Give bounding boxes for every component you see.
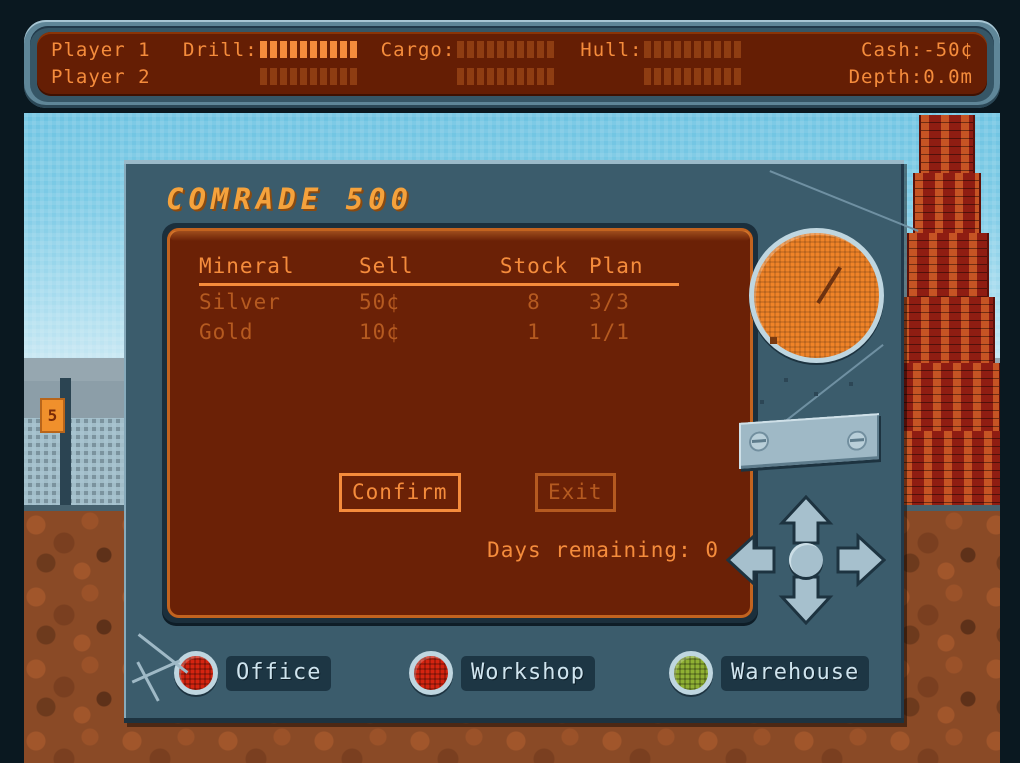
arrow-up-icon — [778, 494, 834, 545]
gauge-speck — [770, 337, 777, 344]
minerals-table: Mineral Sell Stock Plan Silver 50¢ 8 3/3 — [199, 252, 679, 346]
cell-plan: 3/3 — [589, 290, 630, 314]
screw-left-icon — [749, 430, 769, 453]
page-title: COMRADE 500 — [166, 182, 414, 216]
cell-sell: 10¢ — [359, 320, 400, 344]
screen-gloss — [170, 231, 750, 241]
player1-hull-bar — [644, 41, 742, 58]
cell-plan: 1/1 — [589, 320, 630, 344]
table-row[interactable]: Gold 10¢ 1 1/1 — [199, 316, 679, 346]
cell-stock: 8 — [527, 290, 541, 314]
gauge-needle — [816, 266, 842, 305]
mounting-plate — [739, 413, 879, 469]
warning-sign-text: 5 — [47, 406, 58, 425]
cell-mineral: Gold — [199, 320, 254, 344]
days-remaining-label: Days remaining: 0 — [487, 538, 719, 562]
table-header-row: Mineral Sell Stock Plan — [199, 252, 679, 286]
cell-stock: 1 — [527, 320, 541, 344]
status-bar-display: Player 1 Drill: Cargo: Hull: Cash:-50¢ P… — [37, 32, 987, 96]
console-top-highlight — [124, 160, 904, 164]
cell-mineral: Silver — [199, 290, 281, 314]
lamp-workshop-icon — [409, 651, 453, 695]
arrow-left-icon — [725, 532, 776, 588]
player2-name: Player 2 — [51, 65, 151, 88]
status-bar: Player 1 Drill: Cargo: Hull: Cash:-50¢ P… — [24, 20, 1000, 108]
cargo-label: Cargo: — [380, 38, 456, 61]
rivet-4 — [760, 400, 764, 404]
console-panel: COMRADE 500 Mineral Sell Stock Plan Silv… — [124, 160, 919, 723]
dpad-center-button[interactable] — [789, 543, 823, 577]
drill-label: Drill: — [183, 38, 258, 61]
lamp-warehouse-icon — [669, 651, 713, 695]
player2-hull-bar — [644, 68, 742, 85]
player1-cargo-bar — [457, 41, 555, 58]
decor-scratch-1 — [769, 170, 919, 232]
col-mineral: Mineral — [199, 252, 359, 286]
hull-label: Hull: — [580, 38, 643, 61]
rivet-2 — [814, 392, 818, 396]
dpad-control[interactable] — [725, 494, 887, 626]
tab-office[interactable]: Office — [174, 651, 332, 695]
pressure-gauge — [749, 228, 884, 363]
lamp-office-icon — [174, 651, 218, 695]
tab-warehouse[interactable]: Warehouse — [669, 651, 870, 695]
arrow-down-icon — [778, 575, 834, 626]
exit-button[interactable]: Exit — [535, 473, 616, 512]
arrow-right-icon — [836, 532, 887, 588]
rivet-3 — [849, 382, 853, 386]
status-row-player1: Player 1 Drill: Cargo: Hull: Cash:-50¢ — [51, 36, 973, 63]
rivet-1 — [784, 378, 788, 382]
screw-right-icon — [847, 429, 867, 452]
player1-drill-bar — [259, 41, 357, 58]
tab-bar: Office Workshop Warehouse — [124, 635, 904, 723]
player1-name: Player 1 — [51, 38, 151, 61]
depth-value: Depth:0.0m — [848, 65, 973, 88]
player2-drill-bar — [259, 68, 357, 85]
confirm-button[interactable]: Confirm — [339, 473, 461, 512]
tab-warehouse-label: Warehouse — [721, 655, 870, 691]
status-row-player2: Player 2 Drill: Cargo: Hull: Depth:0.0m — [51, 63, 973, 90]
col-plan: Plan — [589, 252, 679, 286]
tab-workshop-label: Workshop — [461, 655, 595, 691]
game-screen: 5 Player 1 Drill: Cargo: Hull: Cash:-50¢… — [0, 0, 1020, 763]
table-row[interactable]: Silver 50¢ 8 3/3 — [199, 285, 679, 317]
cell-sell: 50¢ — [359, 290, 400, 314]
col-sell: Sell — [359, 252, 479, 286]
player2-cargo-bar — [457, 68, 555, 85]
screen-display: Mineral Sell Stock Plan Silver 50¢ 8 3/3 — [167, 228, 753, 618]
cash-value: Cash:-50¢ — [861, 38, 973, 61]
tab-workshop[interactable]: Workshop — [409, 651, 595, 695]
col-stock: Stock — [479, 252, 589, 286]
tab-office-label: Office — [226, 655, 332, 691]
warning-sign: 5 — [40, 398, 65, 433]
screen-bezel: Mineral Sell Stock Plan Silver 50¢ 8 3/3 — [162, 223, 758, 623]
